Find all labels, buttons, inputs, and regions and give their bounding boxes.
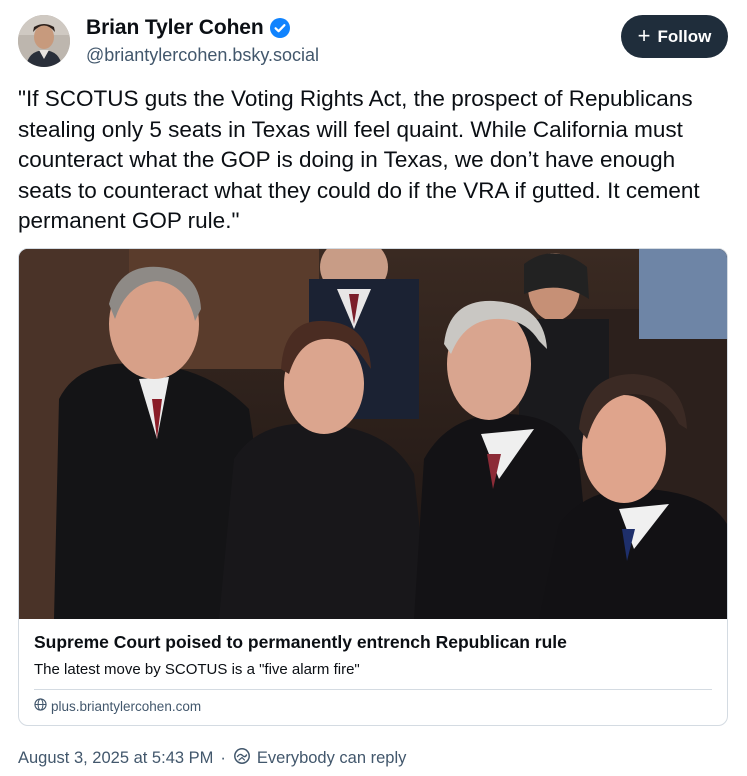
post-text: "If SCOTUS guts the Voting Rights Act, t… (18, 86, 700, 233)
verified-badge-icon[interactable] (269, 18, 290, 38)
reply-permission-icon (233, 747, 251, 770)
author-avatar[interactable] (18, 15, 70, 67)
post-footer: August 3, 2025 at 5:43 PM · Everybody ca… (18, 747, 406, 770)
plus-icon: + (637, 22, 651, 48)
embed-image[interactable] (19, 249, 727, 619)
embed-divider (34, 689, 712, 690)
embed-description: The latest move by SCOTUS is a "five ala… (34, 661, 360, 678)
embed-domain: plus.briantylercohen.com (51, 698, 202, 714)
author-name-row: Brian Tyler Cohen (86, 16, 290, 40)
embed-domain-row: plus.briantylercohen.com (34, 698, 201, 714)
link-embed-card[interactable]: Supreme Court poised to permanently entr… (18, 248, 728, 726)
avatar-image (18, 15, 70, 67)
post-timestamp[interactable]: August 3, 2025 at 5:43 PM (18, 749, 213, 768)
author-handle[interactable]: @briantylercohen.bsky.social (86, 45, 319, 66)
footer-separator: · (220, 749, 226, 767)
post: Brian Tyler Cohen @briantylercohen.bsky.… (0, 0, 747, 776)
follow-button-label: Follow (657, 26, 712, 46)
follow-button[interactable]: + Follow (621, 15, 728, 58)
embed-title[interactable]: Supreme Court poised to permanently entr… (34, 632, 567, 653)
reply-setting[interactable]: Everybody can reply (233, 747, 407, 770)
reply-setting-label: Everybody can reply (256, 749, 407, 767)
author-display-name[interactable]: Brian Tyler Cohen (86, 16, 264, 40)
globe-icon (34, 698, 47, 714)
